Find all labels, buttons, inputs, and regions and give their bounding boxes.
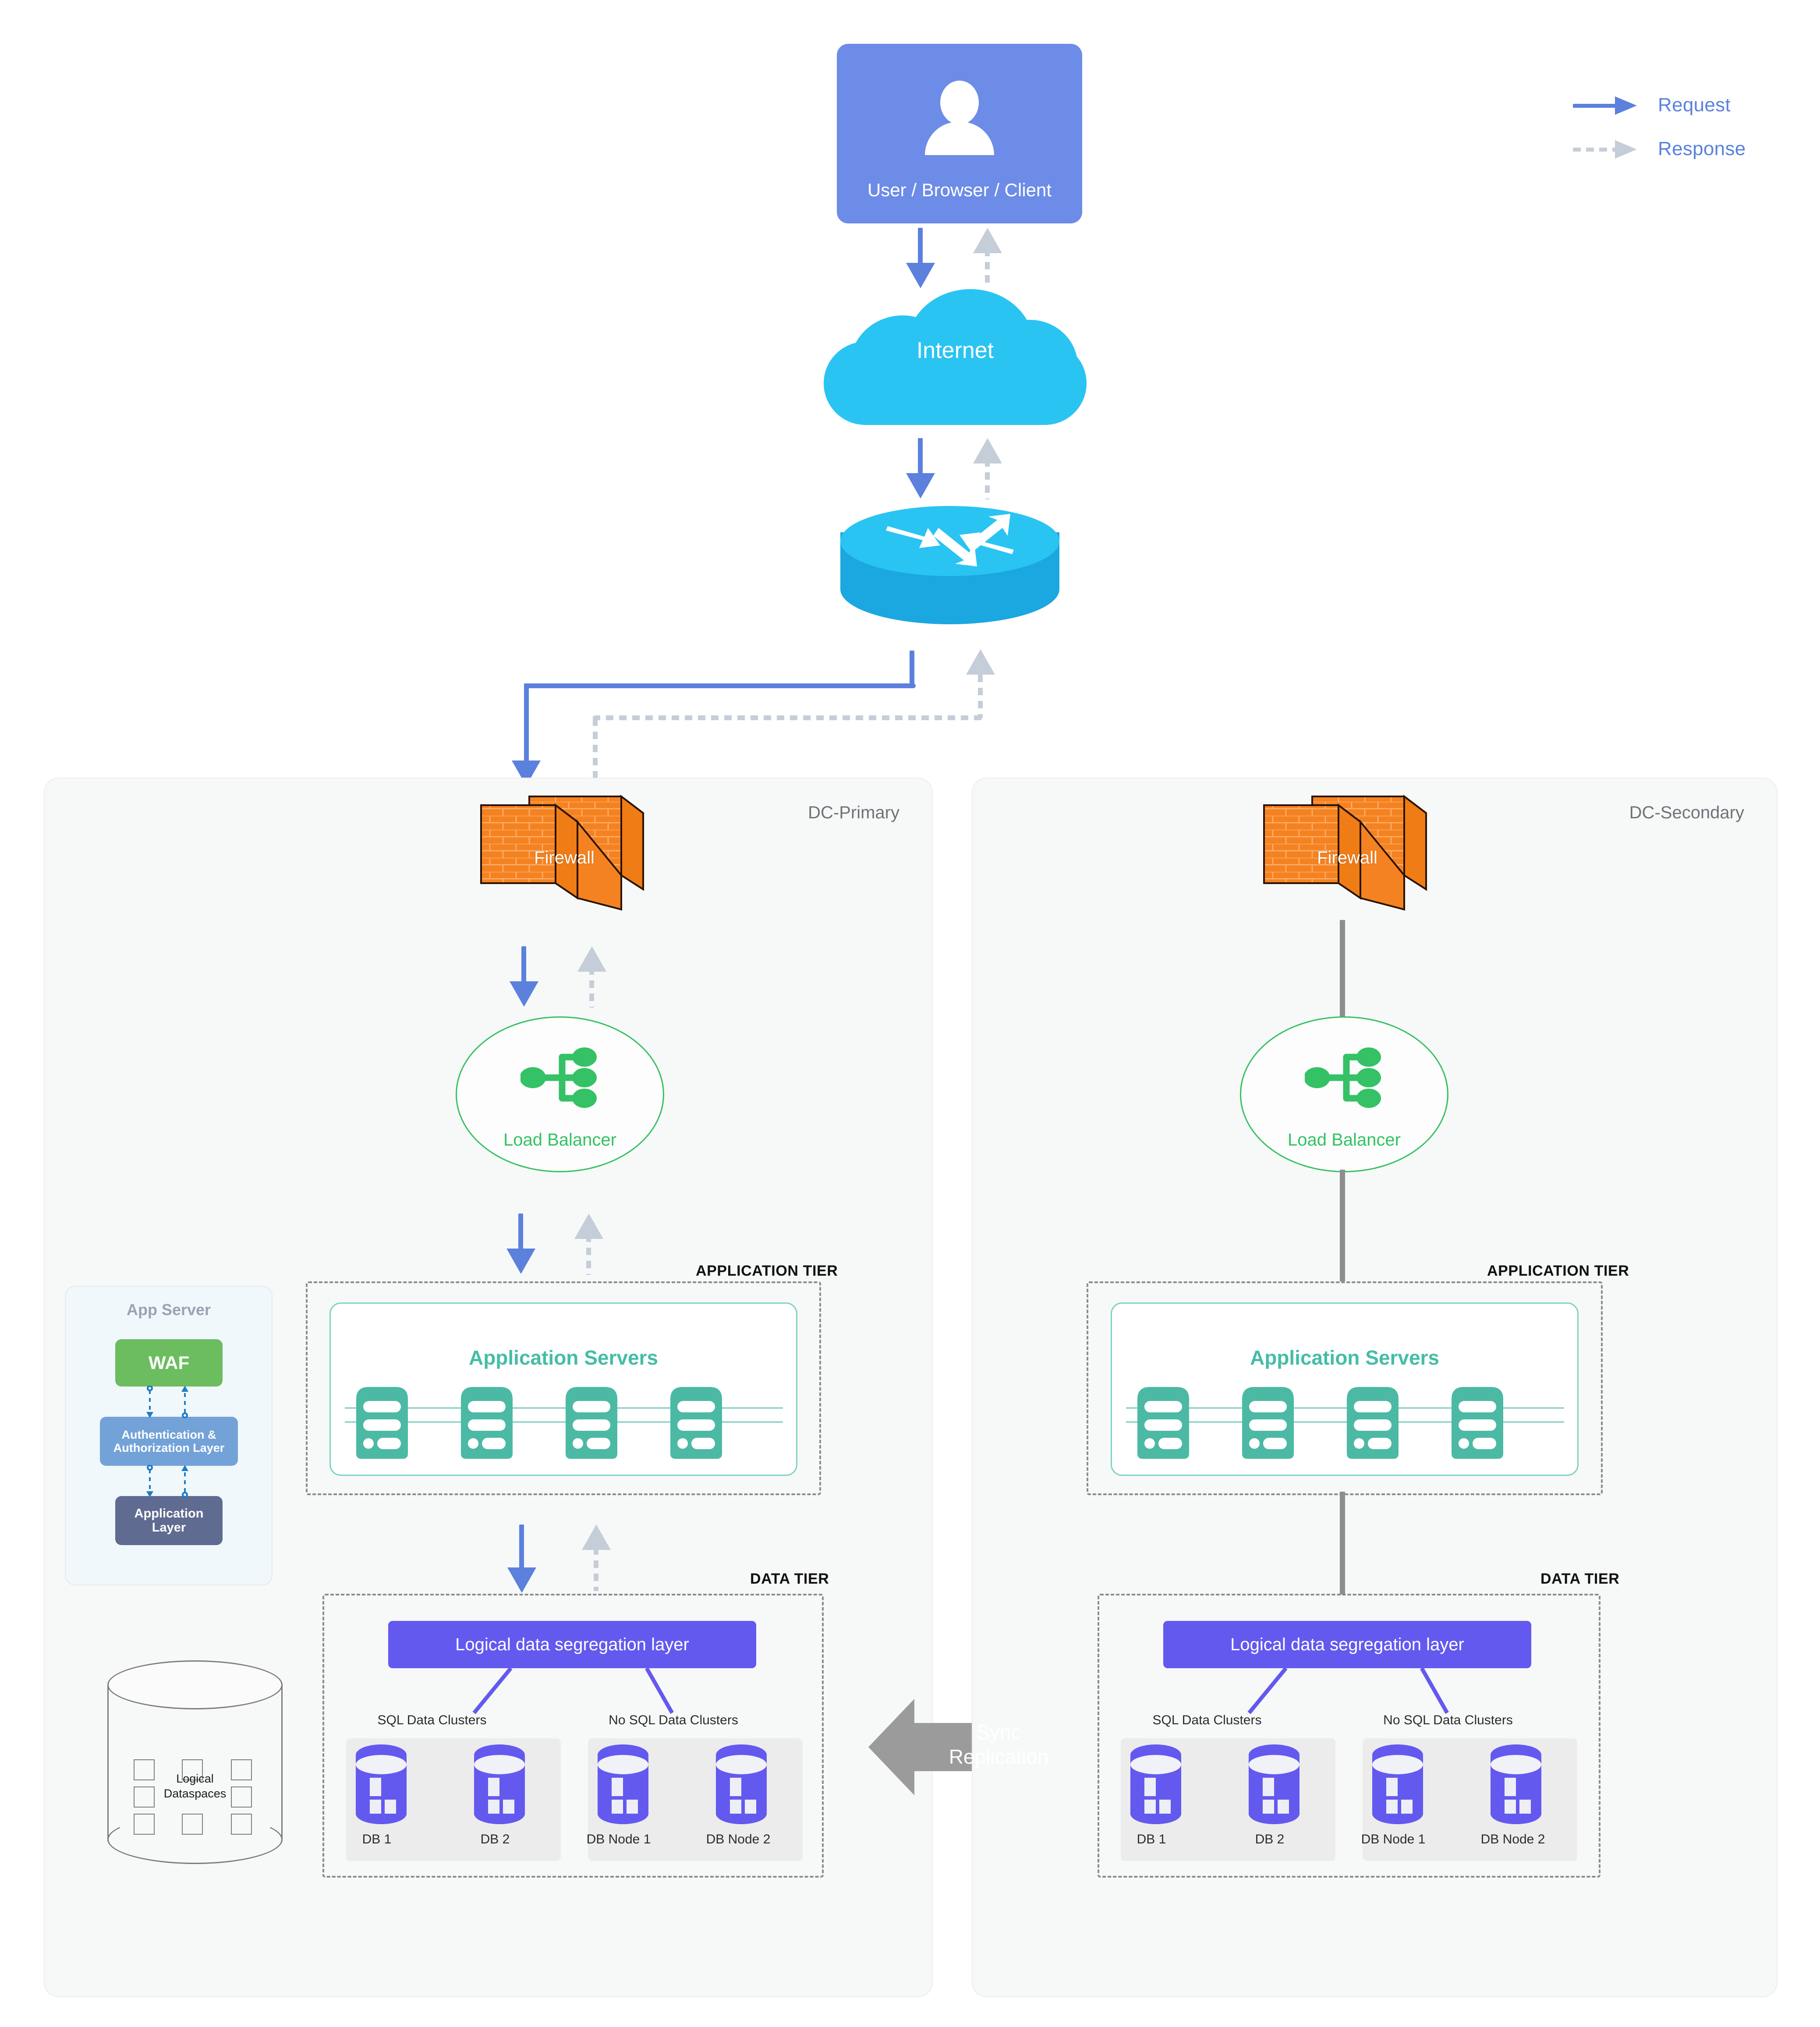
application-servers-card-primary: Application Servers xyxy=(329,1302,797,1476)
router-icon xyxy=(886,514,1014,566)
request-route-segment-drop xyxy=(524,683,529,771)
legend-item-response: Response xyxy=(1573,127,1801,171)
logical-dataspaces-label: Logical Dataspaces xyxy=(163,1772,227,1800)
auth-layer-box: Authentication & Authorization Layer xyxy=(100,1417,238,1466)
router-node: Router xyxy=(840,506,1059,651)
segregation-layer-primary: Logical data segregation layer xyxy=(388,1621,756,1668)
arrow-lb-to-firewall-primary xyxy=(577,946,629,1008)
legend-label-request: Request xyxy=(1658,94,1731,116)
sync-replication-label: Sync Replication xyxy=(949,1721,1049,1769)
waf-auth-connectors xyxy=(146,1386,188,1418)
cluster-caption-sql-secondary: SQL Data Clusters xyxy=(1152,1713,1262,1727)
application-layer-box: Application Layer xyxy=(115,1496,223,1545)
application-servers-title-primary: Application Servers xyxy=(468,1346,659,1369)
load-balancer-primary: Load Balancer xyxy=(456,1016,664,1172)
architecture-diagram-canvas: Request Response User / Browser / Client… xyxy=(0,0,1820,2027)
segregation-layer-secondary: Logical data segregation layer xyxy=(1163,1621,1531,1668)
db-caption-primary-nosql-1: DB Node 1 xyxy=(586,1832,651,1847)
db-caption-secondary-sql-1: DB 1 xyxy=(1137,1832,1166,1847)
arrow-internet-to-client xyxy=(973,228,1037,287)
legend: Request Response xyxy=(1573,83,1801,171)
db-caption-primary-sql-2: DB 2 xyxy=(480,1832,510,1847)
cluster-caption-sql-primary: SQL Data Clusters xyxy=(377,1713,487,1727)
cylinder-top xyxy=(107,1660,283,1709)
segregation-connectors-secondary xyxy=(1247,1667,1449,1714)
internet-node: Internet xyxy=(824,289,1087,425)
waf-layer-box: WAF xyxy=(115,1339,223,1387)
arrow-client-to-internet xyxy=(906,228,970,288)
response-route-arrowhead xyxy=(966,649,995,675)
load-balancer-icon xyxy=(521,1047,597,1108)
db-caption-secondary-nosql-2: DB Node 2 xyxy=(1480,1832,1545,1847)
db-caption-primary-sql-1: DB 1 xyxy=(362,1832,392,1847)
response-arrow-icon xyxy=(1573,140,1647,159)
firewall-label-secondary: Firewall xyxy=(1317,848,1377,867)
user-icon xyxy=(924,81,995,155)
cluster-caption-nosql-primary: No SQL Data Clusters xyxy=(609,1713,738,1727)
app-server-detail-panel: App Server WAF Authentication & Authoriz… xyxy=(65,1286,273,1585)
link-apptier-to-datatier-secondary xyxy=(1340,1492,1345,1595)
firewall-label-primary: Firewall xyxy=(534,848,595,867)
tier-label-application-primary: APPLICATION TIER xyxy=(696,1263,838,1279)
cluster-caption-nosql-secondary: No SQL Data Clusters xyxy=(1383,1713,1513,1727)
application-layer-label: Application Layer xyxy=(134,1506,204,1535)
link-lb-to-apptier-secondary xyxy=(1340,1170,1345,1281)
legend-item-request: Request xyxy=(1573,83,1801,127)
logical-dataspaces-cylinder: Logical Dataspaces xyxy=(107,1660,283,1864)
arrow-internet-to-router xyxy=(906,438,970,499)
application-servers-title-secondary: Application Servers xyxy=(1250,1346,1440,1369)
arrow-apptier-to-lb-primary xyxy=(574,1213,626,1275)
arrow-lb-to-apptier-primary xyxy=(506,1213,558,1275)
internet-label: Internet xyxy=(916,338,994,363)
arrow-router-to-internet xyxy=(973,438,1037,499)
application-servers-card-secondary: Application Servers xyxy=(1111,1302,1579,1476)
datacenter-title-primary: DC-Primary xyxy=(808,803,899,822)
database-icons-secondary xyxy=(1130,1744,1541,1824)
db-caption-primary-nosql-2: DB Node 2 xyxy=(706,1832,771,1847)
tier-label-application-secondary: APPLICATION TIER xyxy=(1487,1263,1629,1279)
response-route-segment-rise xyxy=(978,675,983,718)
firewall-secondary: Firewall xyxy=(1260,788,1435,932)
load-balancer-label-secondary: Load Balancer xyxy=(1288,1130,1401,1150)
auth-application-connectors xyxy=(146,1465,188,1497)
arrow-datatier-to-apptier-primary xyxy=(582,1525,633,1595)
arrow-firewall-to-lb-primary xyxy=(510,946,561,1008)
client-node: User / Browser / Client xyxy=(837,44,1082,223)
arrow-apptier-to-datatier-primary xyxy=(507,1525,559,1595)
link-firewall-to-lb-secondary xyxy=(1340,920,1345,1022)
load-balancer-label-primary: Load Balancer xyxy=(503,1130,616,1150)
database-icons-primary xyxy=(356,1744,767,1824)
db-caption-secondary-sql-2: DB 2 xyxy=(1255,1832,1285,1847)
segregation-connectors-primary xyxy=(472,1667,674,1714)
db-caption-secondary-nosql-1: DB Node 1 xyxy=(1361,1832,1426,1847)
request-route-segment-down xyxy=(910,651,914,688)
tier-label-data-primary: DATA TIER xyxy=(750,1571,829,1587)
legend-label-response: Response xyxy=(1658,138,1746,159)
firewall-primary: Firewall xyxy=(477,788,652,932)
datacenter-title-secondary: DC-Secondary xyxy=(1629,803,1744,822)
load-balancer-icon xyxy=(1305,1047,1381,1108)
response-route-segment-horizontal xyxy=(593,715,983,720)
auth-layer-label: Authentication & Authorization Layer xyxy=(113,1428,225,1454)
router-label: Router xyxy=(923,621,977,640)
application-server-icons-primary xyxy=(356,1387,722,1459)
app-server-panel-title: App Server xyxy=(126,1301,211,1319)
tier-label-data-secondary: DATA TIER xyxy=(1540,1571,1620,1587)
request-route-segment-horizontal xyxy=(526,683,916,688)
application-server-icons-secondary xyxy=(1137,1387,1503,1459)
load-balancer-secondary: Load Balancer xyxy=(1240,1016,1448,1172)
request-arrow-icon xyxy=(1573,96,1647,115)
client-label: User / Browser / Client xyxy=(867,180,1052,200)
